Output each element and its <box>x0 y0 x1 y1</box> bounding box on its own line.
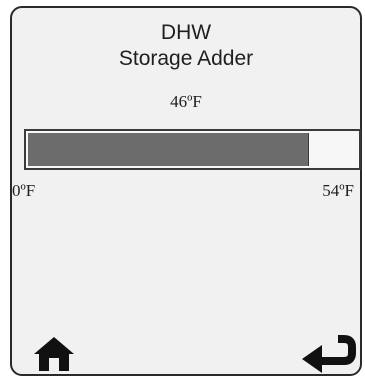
thermostat-screen: DHW Storage Adder 46ºF 0ºF 54ºF <box>10 6 362 376</box>
page-title-line-1: DHW <box>160 21 212 44</box>
value-slider[interactable] <box>24 129 361 170</box>
back-button[interactable] <box>300 333 356 373</box>
return-arrow-icon <box>302 335 356 373</box>
page-title-line-2: Storage Adder <box>118 47 254 70</box>
home-button[interactable] <box>32 335 76 373</box>
value-slider-fill <box>28 133 309 166</box>
home-icon <box>34 337 74 371</box>
scale-min-label: 0ºF <box>12 181 36 200</box>
scale-max-label: 54ºF <box>322 181 354 200</box>
current-value: 46ºF <box>170 92 202 111</box>
